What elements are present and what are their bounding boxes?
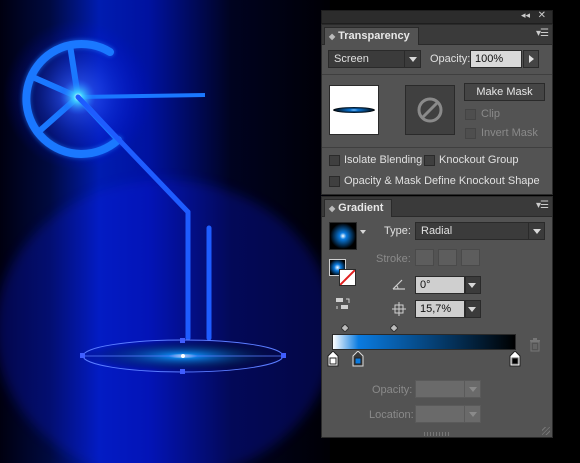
clip-checkbox[interactable] — [465, 109, 476, 120]
chevron-down-icon[interactable] — [360, 230, 366, 234]
panel-menu-icon[interactable]: ▾☰ — [536, 28, 549, 39]
gradient-panel: ◆ Gradient ▾☰ Type: Radial Stroke: 0° 15… — [321, 196, 553, 438]
aspect-ratio-value: 15,7% — [420, 303, 452, 315]
chevron-down-icon — [464, 406, 480, 422]
chevron-down-icon — [528, 223, 544, 239]
type-value: Radial — [421, 225, 453, 237]
blend-mode-value: Screen — [334, 53, 369, 65]
stop-opacity-dropdown[interactable] — [415, 380, 481, 398]
transparency-titlebar: ◆ Transparency ▾☰ — [322, 25, 552, 45]
aspect-ratio-dropdown[interactable] — [465, 300, 481, 318]
opacity-field[interactable]: 100% — [470, 50, 522, 68]
gradient-swatch[interactable] — [329, 222, 357, 250]
thumbnail-preview — [333, 107, 375, 113]
make-mask-button[interactable]: Make Mask — [464, 83, 545, 101]
reverse-gradient-icon[interactable] — [335, 296, 351, 312]
opacity-mask-define-label: Opacity & Mask Define Knockout Shape — [344, 175, 540, 187]
midpoint-marker[interactable] — [341, 324, 349, 332]
tab-toggle-icon: ◆ — [329, 204, 336, 213]
panel-dock-bar: ◂◂ ✕ — [321, 10, 553, 24]
make-mask-label: Make Mask — [476, 86, 533, 98]
chevron-down-icon — [464, 381, 480, 397]
clip-label: Clip — [481, 108, 500, 120]
tab-label: Transparency — [338, 30, 410, 42]
angle-value: 0° — [420, 279, 431, 291]
tab-label: Gradient — [338, 202, 384, 214]
no-stroke-icon — [339, 269, 356, 286]
type-label: Type: — [384, 225, 411, 237]
knockout-group-checkbox[interactable] — [424, 155, 435, 166]
gradient-stop-selected[interactable] — [352, 351, 364, 367]
stroke-label: Stroke: — [376, 253, 411, 265]
aspect-ratio-icon — [392, 302, 406, 316]
opacity-value: 100% — [475, 53, 504, 65]
gradient-stop[interactable] — [327, 351, 339, 367]
tab-transparency[interactable]: ◆ Transparency — [324, 27, 419, 45]
stop-location-label: Location: — [369, 409, 414, 421]
angle-icon — [392, 279, 405, 290]
angle-dropdown[interactable] — [465, 276, 481, 294]
opacity-label: Opacity: — [430, 53, 471, 65]
chevron-down-icon — [404, 51, 420, 67]
trash-icon[interactable] — [529, 338, 541, 352]
aspect-ratio-field[interactable]: 15,7% — [415, 300, 465, 318]
transparency-panel: ◆ Transparency ▾☰ Screen Opacity: 100% Ma… — [321, 24, 553, 195]
gradient-stop[interactable] — [509, 351, 521, 367]
chevron-down-icon — [464, 277, 480, 293]
opacity-slider-toggle[interactable] — [523, 50, 539, 68]
triangle-right-icon — [529, 55, 534, 63]
isolate-blending-checkbox[interactable] — [329, 155, 340, 166]
angle-field[interactable]: 0° — [415, 276, 465, 294]
stroke-gradient-across-button[interactable] — [461, 249, 480, 266]
stop-location-dropdown[interactable] — [415, 405, 481, 423]
gradient-titlebar: ◆ Gradient ▾☰ — [322, 197, 552, 217]
tab-toggle-icon: ◆ — [329, 32, 336, 41]
panel-gripper[interactable] — [424, 432, 450, 436]
gradient-ramp[interactable] — [332, 334, 516, 350]
type-dropdown[interactable]: Radial — [415, 222, 545, 240]
close-icon[interactable]: ✕ — [538, 10, 546, 21]
stroke-gradient-along-button[interactable] — [438, 249, 457, 266]
knockout-group-label: Knockout Group — [439, 154, 519, 166]
double-arrow-icon[interactable]: ◂◂ — [521, 10, 530, 21]
stroke-gradient-within-button[interactable] — [415, 249, 434, 266]
resize-handle[interactable] — [542, 427, 550, 435]
tab-gradient[interactable]: ◆ Gradient — [324, 199, 393, 217]
chevron-down-icon — [464, 301, 480, 317]
invert-mask-label: Invert Mask — [481, 127, 538, 139]
isolate-blending-label: Isolate Blending — [344, 154, 423, 166]
panel-menu-icon[interactable]: ▾☰ — [536, 200, 549, 211]
opacity-mask-define-checkbox[interactable] — [329, 176, 340, 187]
blend-mode-dropdown[interactable]: Screen — [328, 50, 421, 68]
mask-thumbnail[interactable] — [405, 85, 455, 135]
midpoint-marker[interactable] — [390, 324, 398, 332]
invert-mask-checkbox[interactable] — [465, 128, 476, 139]
no-mask-icon — [417, 97, 443, 123]
stroke-swatch[interactable] — [339, 269, 356, 286]
stop-opacity-label: Opacity: — [372, 384, 413, 396]
artwork-thumbnail[interactable] — [329, 85, 379, 135]
